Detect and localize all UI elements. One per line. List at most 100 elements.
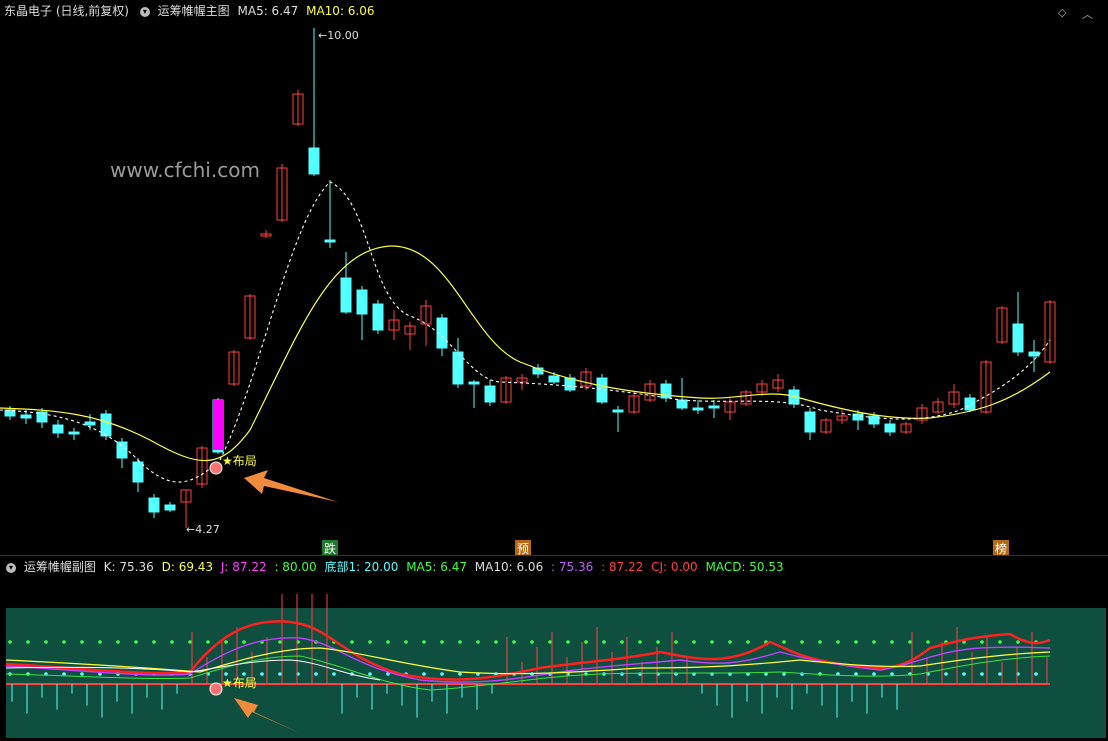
candle-body bbox=[1012, 323, 1024, 353]
main-chart-pane[interactable]: 东晶电子 (日线,前复权) ▾ 运筹帷幄主图 MA5: 6.47 MA10: 6… bbox=[0, 0, 1108, 557]
sub-arrow-icon bbox=[234, 698, 302, 734]
candle-body bbox=[612, 409, 624, 413]
level-dot bbox=[62, 640, 66, 644]
level-dot bbox=[800, 640, 804, 644]
candle-body bbox=[804, 411, 816, 433]
level-dot bbox=[458, 640, 462, 644]
candle-body bbox=[116, 441, 128, 459]
level-dot bbox=[8, 640, 12, 644]
level-dot bbox=[1016, 640, 1020, 644]
level-dot bbox=[332, 672, 336, 676]
level-dot bbox=[206, 640, 210, 644]
level-dot bbox=[476, 640, 480, 644]
level-dot bbox=[620, 640, 624, 644]
level-dot bbox=[890, 672, 894, 676]
level-dot bbox=[800, 672, 804, 676]
level-dot bbox=[584, 640, 588, 644]
candle-body bbox=[100, 413, 112, 437]
level-dot bbox=[62, 672, 66, 676]
level-dot bbox=[224, 640, 228, 644]
level-dot bbox=[746, 640, 750, 644]
candle-body bbox=[20, 414, 32, 419]
level-dot bbox=[710, 640, 714, 644]
sub-signal-icon bbox=[209, 682, 223, 696]
candle-body bbox=[132, 461, 144, 483]
level-dot bbox=[188, 640, 192, 644]
level-dot bbox=[80, 672, 84, 676]
level-dot bbox=[278, 640, 282, 644]
level-dot bbox=[566, 640, 570, 644]
candle-body bbox=[708, 405, 720, 409]
candle-body bbox=[964, 397, 976, 411]
level-dot bbox=[656, 640, 660, 644]
level-dot bbox=[872, 672, 876, 676]
level-dot bbox=[602, 640, 606, 644]
candle-body bbox=[884, 423, 896, 433]
candle-body bbox=[468, 381, 480, 385]
level-dot bbox=[998, 672, 1002, 676]
level-dot bbox=[440, 640, 444, 644]
level-dot bbox=[242, 640, 246, 644]
level-dot bbox=[152, 640, 156, 644]
signal-icon bbox=[209, 461, 223, 475]
candlestick-chart[interactable] bbox=[0, 0, 1108, 556]
arrow-icon bbox=[244, 470, 338, 502]
level-dot bbox=[494, 640, 498, 644]
level-dot bbox=[422, 672, 426, 676]
level-dot bbox=[26, 672, 30, 676]
level-dot bbox=[422, 640, 426, 644]
candle-body bbox=[356, 289, 368, 315]
level-dot bbox=[926, 640, 930, 644]
candle-body bbox=[324, 239, 336, 243]
buy-signal-label: ★布局 bbox=[222, 454, 257, 468]
level-dot bbox=[368, 672, 372, 676]
level-dot bbox=[638, 640, 642, 644]
candle-body bbox=[484, 385, 496, 403]
candle-body bbox=[308, 147, 320, 175]
indicator-chart[interactable] bbox=[0, 556, 1108, 741]
level-dot bbox=[170, 640, 174, 644]
candle-body bbox=[84, 421, 96, 426]
candle-body bbox=[164, 504, 176, 511]
candle-body bbox=[676, 399, 688, 409]
candle-body bbox=[68, 431, 80, 435]
level-dot bbox=[98, 640, 102, 644]
candle-body bbox=[1028, 351, 1040, 357]
candle-body bbox=[340, 277, 352, 313]
level-dot bbox=[620, 672, 624, 676]
level-dot bbox=[80, 640, 84, 644]
level-dot bbox=[260, 672, 264, 676]
level-dot bbox=[278, 672, 282, 676]
candle-body bbox=[452, 351, 464, 385]
level-dot bbox=[116, 640, 120, 644]
level-dot bbox=[962, 672, 966, 676]
candle-body bbox=[148, 497, 160, 513]
level-dot bbox=[386, 640, 390, 644]
level-dot bbox=[944, 672, 948, 676]
sub-chart-pane[interactable]: ▾ 运筹帷幄副图 K: 75.36 D: 69.43 J: 87.22 : 80… bbox=[0, 556, 1108, 741]
level-dot bbox=[998, 640, 1002, 644]
low-price-label: ←4.27 bbox=[186, 523, 220, 536]
level-dot bbox=[26, 640, 30, 644]
red-line bbox=[5, 620, 1051, 681]
candle-body bbox=[692, 407, 704, 411]
level-dot bbox=[908, 640, 912, 644]
candle-body bbox=[52, 424, 64, 434]
level-dot bbox=[314, 672, 318, 676]
level-dot bbox=[782, 640, 786, 644]
level-dot bbox=[980, 672, 984, 676]
level-dot bbox=[350, 640, 354, 644]
level-dot bbox=[440, 672, 444, 676]
level-dot bbox=[458, 672, 462, 676]
level-dot bbox=[854, 640, 858, 644]
level-dot bbox=[818, 640, 822, 644]
ma5-line bbox=[0, 181, 1051, 483]
level-dot bbox=[548, 640, 552, 644]
level-dot bbox=[368, 640, 372, 644]
level-dot bbox=[134, 640, 138, 644]
level-dot bbox=[692, 640, 696, 644]
level-dot bbox=[1034, 672, 1038, 676]
level-dot bbox=[980, 640, 984, 644]
high-price-label: ←10.00 bbox=[318, 29, 359, 42]
level-dot bbox=[404, 640, 408, 644]
